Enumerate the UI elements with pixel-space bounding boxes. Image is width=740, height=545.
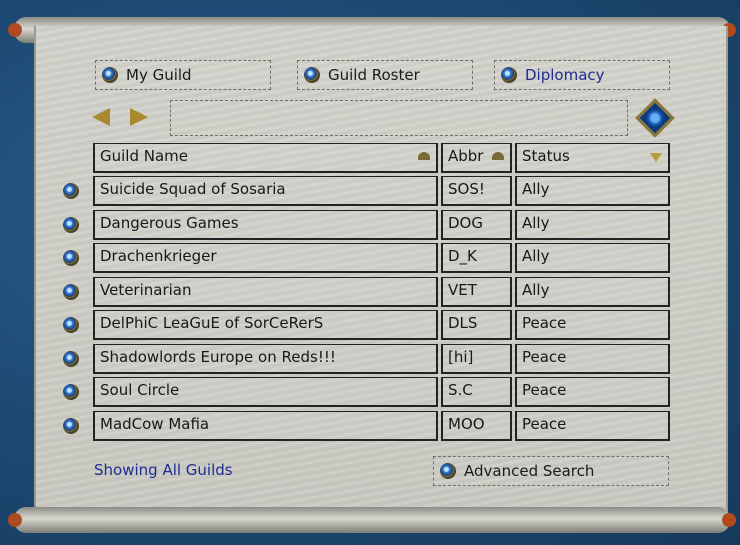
guild-cell-abbr[interactable]: [hi] bbox=[441, 344, 512, 374]
guild-cell-status[interactable]: Peace bbox=[515, 411, 670, 441]
rod-cap-left bbox=[8, 23, 22, 37]
header-label: Abbr bbox=[448, 147, 484, 165]
guild-cell-status[interactable]: Peace bbox=[515, 310, 670, 340]
search-input[interactable] bbox=[170, 100, 628, 136]
gem-icon bbox=[440, 463, 456, 479]
scroll-rod-bottom bbox=[8, 507, 736, 533]
guild-cell-status[interactable]: Ally bbox=[515, 243, 670, 273]
guild-cell-abbr[interactable]: SOS! bbox=[441, 176, 512, 206]
guild-cell-name[interactable]: Veterinarian bbox=[93, 277, 438, 307]
column-header-status[interactable]: Status bbox=[515, 143, 670, 173]
guild-cell-abbr[interactable]: DLS bbox=[441, 310, 512, 340]
row-select-gem-icon[interactable] bbox=[63, 183, 79, 199]
guild-cell-status[interactable]: Ally bbox=[515, 277, 670, 307]
guild-cell-name[interactable]: Shadowlords Europe on Reds!!! bbox=[93, 344, 438, 374]
tab-label: Guild Roster bbox=[328, 66, 420, 84]
guild-cell-abbr[interactable]: DOG bbox=[441, 210, 512, 240]
guild-cell-abbr[interactable]: D_K bbox=[441, 243, 512, 273]
advanced-search-button[interactable]: Advanced Search bbox=[433, 456, 669, 486]
guild-cell-status[interactable]: Peace bbox=[515, 344, 670, 374]
guild-cell-abbr[interactable]: MOO bbox=[441, 411, 512, 441]
showing-all-guilds-link[interactable]: Showing All Guilds bbox=[94, 461, 233, 479]
row-select-gem-icon[interactable] bbox=[63, 217, 79, 233]
sort-descending-icon bbox=[650, 153, 662, 162]
tab-label: My Guild bbox=[126, 66, 192, 84]
arrow-left-icon[interactable] bbox=[92, 108, 110, 126]
row-select-gem-icon[interactable] bbox=[63, 317, 79, 333]
guild-cell-abbr[interactable]: VET bbox=[441, 277, 512, 307]
guild-cell-name[interactable]: Soul Circle bbox=[93, 377, 438, 407]
row-select-gem-icon[interactable] bbox=[63, 418, 79, 434]
rod-cap-right bbox=[722, 513, 736, 527]
guild-cell-name[interactable]: Dangerous Games bbox=[93, 210, 438, 240]
sort-icon bbox=[418, 152, 430, 160]
advanced-search-label: Advanced Search bbox=[464, 462, 595, 480]
guild-cell-name[interactable]: Drachenkrieger bbox=[93, 243, 438, 273]
guild-cell-name[interactable]: Suicide Squad of Sosaria bbox=[93, 176, 438, 206]
column-header-guild-name[interactable]: Guild Name bbox=[93, 143, 438, 173]
row-select-gem-icon[interactable] bbox=[63, 250, 79, 266]
guild-cell-status[interactable]: Ally bbox=[515, 210, 670, 240]
guild-cell-status[interactable]: Ally bbox=[515, 176, 670, 206]
header-label: Status bbox=[522, 147, 570, 165]
row-select-gem-icon[interactable] bbox=[63, 384, 79, 400]
rod-cap-left bbox=[8, 513, 22, 527]
guild-cell-name[interactable]: MadCow Mafia bbox=[93, 411, 438, 441]
gem-icon bbox=[304, 67, 320, 83]
header-label: Guild Name bbox=[100, 147, 189, 165]
sort-icon bbox=[492, 152, 504, 160]
row-select-gem-icon[interactable] bbox=[63, 284, 79, 300]
tab-label: Diplomacy bbox=[525, 66, 605, 84]
gem-icon bbox=[501, 67, 517, 83]
tab-diplomacy[interactable]: Diplomacy bbox=[494, 60, 670, 90]
arrow-right-icon[interactable] bbox=[130, 108, 148, 126]
guild-cell-status[interactable]: Peace bbox=[515, 377, 670, 407]
gem-icon bbox=[102, 67, 118, 83]
guild-cell-abbr[interactable]: S.C bbox=[441, 377, 512, 407]
tab-my-guild[interactable]: My Guild bbox=[95, 60, 271, 90]
guild-cell-name[interactable]: DelPhiC LeaGuE of SorCeRerS bbox=[93, 310, 438, 340]
tab-guild-roster[interactable]: Guild Roster bbox=[297, 60, 473, 90]
column-header-abbr[interactable]: Abbr bbox=[441, 143, 512, 173]
row-select-gem-icon[interactable] bbox=[63, 351, 79, 367]
